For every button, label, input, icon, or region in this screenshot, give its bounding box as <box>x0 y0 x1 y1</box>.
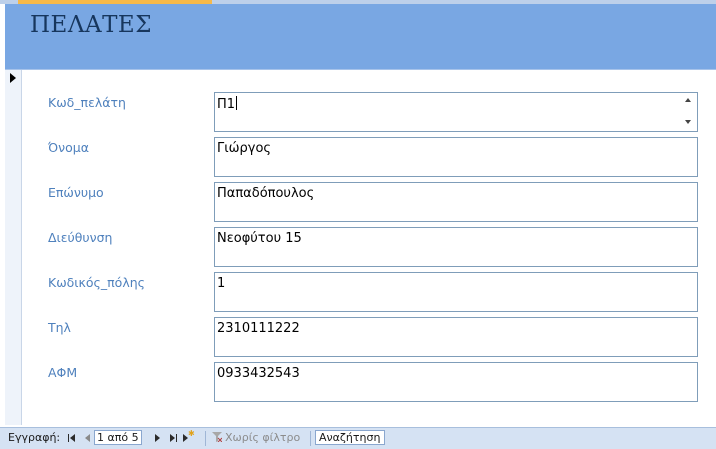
label-last-name: Επώνυμο <box>48 185 104 200</box>
first-name-value: Γιώργος <box>217 141 272 156</box>
phone-value: 2310111222 <box>217 321 300 336</box>
search-input[interactable]: Αναζήτηση <box>315 430 385 445</box>
phone-field[interactable]: 2310111222 <box>214 317 698 357</box>
separator <box>310 431 311 446</box>
last-record-icon[interactable] <box>169 432 179 444</box>
customer-code-field[interactable]: Π1 <box>214 92 698 132</box>
form-title: ΠΕΛΑΤΕΣ <box>30 12 152 38</box>
form-header: ΠΕΛΑΤΕΣ <box>5 4 716 70</box>
filter-label: Χωρίς φίλτρο <box>225 431 301 444</box>
new-record-icon[interactable]: ✱ <box>183 429 195 444</box>
field-scrollbar[interactable] <box>681 93 697 129</box>
label-phone: Τηλ <box>48 320 71 335</box>
label-tax-id: ΑΦΜ <box>48 365 78 380</box>
last-name-value: Παπαδόπουλος <box>217 186 315 201</box>
next-record-icon[interactable] <box>153 432 163 444</box>
previous-record-icon[interactable] <box>83 432 93 444</box>
search-placeholder: Αναζήτηση <box>319 431 381 444</box>
record-selector[interactable] <box>5 70 22 425</box>
address-value: Νεοφύτου 15 <box>217 231 302 246</box>
record-position-input[interactable]: 1 από 5 <box>94 430 142 445</box>
record-navigation-bar: Εγγραφή: 1 από 5 ✱ Χωρίς φίλτρο Αναζήτησ… <box>0 427 716 449</box>
filter-icon <box>212 432 222 442</box>
label-customer-code: Κωδ_πελάτη <box>48 95 126 110</box>
tax-id-value: 0933432543 <box>217 366 300 381</box>
city-code-value: 1 <box>217 276 226 291</box>
first-name-field[interactable]: Γιώργος <box>214 137 698 177</box>
text-caret <box>236 96 238 110</box>
city-code-field[interactable]: 1 <box>214 272 698 312</box>
record-position-value: 1 από 5 <box>97 431 139 444</box>
last-name-field[interactable]: Παπαδόπουλος <box>214 182 698 222</box>
label-first-name: Όνομα <box>48 140 89 155</box>
customer-code-value: Π1 <box>217 97 236 112</box>
first-record-icon[interactable] <box>67 432 77 444</box>
filter-toggle-button[interactable]: Χωρίς φίλτρο <box>212 431 300 444</box>
address-field[interactable]: Νεοφύτου 15 <box>214 227 698 267</box>
scroll-down-icon[interactable] <box>685 120 691 124</box>
record-selector-arrow-icon <box>10 73 16 83</box>
separator <box>205 431 206 446</box>
scroll-up-icon[interactable] <box>685 98 691 102</box>
tax-id-field[interactable]: 0933432543 <box>214 362 698 402</box>
record-label: Εγγραφή: <box>8 431 61 444</box>
label-address: Διεύθυνση <box>48 230 113 245</box>
label-city-code: Κωδικός_πόλης <box>48 275 145 290</box>
